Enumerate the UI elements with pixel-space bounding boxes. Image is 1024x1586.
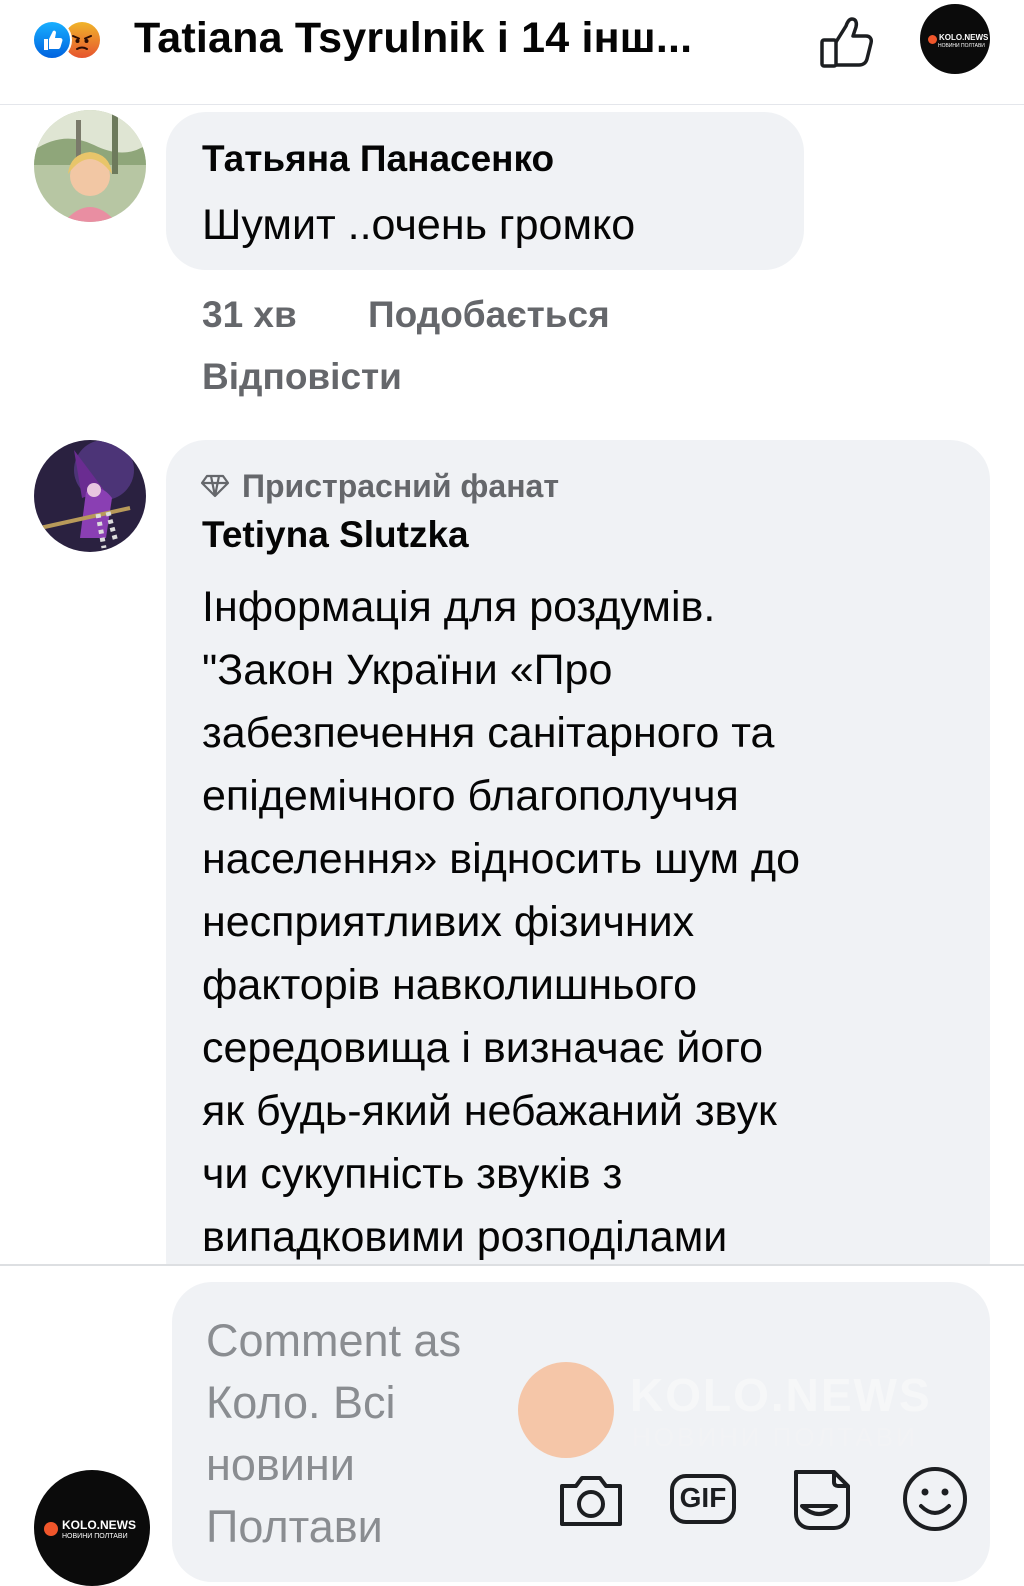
comment-line: як будь-який небажаний звук: [202, 1087, 777, 1135]
watermark-circle: [518, 1362, 614, 1458]
top-fan-badge: Пристрасний фанат: [242, 468, 559, 504]
like-icon: [32, 20, 72, 60]
reaction-summary[interactable]: [32, 20, 128, 60]
comment-author[interactable]: Татьяна Панасенко: [202, 138, 554, 180]
watermark-tagline: НОВИНИ ПОЛТАВИ: [632, 1422, 918, 1452]
comment-line: Інформація для роздумів.: [202, 583, 716, 631]
kolo-news-avatar[interactable]: KOLO.NEWS НОВИНИ ПОЛТАВИ: [34, 1470, 150, 1586]
reactors-title[interactable]: Tatiana Tsyrulnik і 14 інш...: [134, 14, 692, 63]
comment-line: епідемічного благополуччя: [202, 772, 739, 820]
comment-time[interactable]: 31 хв: [202, 294, 297, 336]
comment-text: Інформація для роздумів. "Закон України …: [202, 576, 982, 1264]
kolo-news-logo[interactable]: KOLO.NEWS НОВИНИ ПОЛТАВИ: [920, 4, 990, 74]
placeholder-line: Полтави: [206, 1501, 383, 1552]
camera-icon[interactable]: [554, 1462, 628, 1536]
gif-icon[interactable]: GIF: [666, 1462, 740, 1536]
reply-action[interactable]: Відповісти: [202, 356, 402, 398]
watermark: KOLO.NEWS: [630, 1369, 932, 1421]
gif-label: GIF: [679, 1482, 727, 1513]
comment-line: населення» відносить шум до: [202, 835, 801, 883]
comment-line: забезпечення санітарного та: [202, 709, 775, 757]
comment-author[interactable]: Tetiyna Slutzka: [202, 514, 469, 556]
thumbs-up-outline-icon[interactable]: [816, 12, 880, 72]
diamond-icon: [200, 474, 230, 498]
comment-text: Шумит ..очень громко: [202, 201, 636, 249]
comment-line: несприятливих фізичних: [202, 898, 695, 946]
placeholder-line: Comment as: [206, 1315, 462, 1366]
like-action[interactable]: Подобається: [368, 294, 610, 336]
comment-line: випадковими розподілами: [202, 1213, 728, 1261]
reactions-header: Tatiana Tsyrulnik і 14 інш... KOLO.NEWS …: [0, 0, 1024, 105]
comment-line: середовища і визначає його: [202, 1024, 763, 1072]
comment-line: факторів навколишнього: [202, 961, 698, 1009]
comment-line: "Закон України «Про: [202, 646, 613, 694]
avatar[interactable]: [34, 440, 146, 552]
avatar[interactable]: [34, 110, 146, 222]
emoji-icon[interactable]: [898, 1462, 972, 1536]
comment-line: чи сукупність звуків з: [202, 1150, 623, 1198]
placeholder-line: Коло. Всі: [206, 1377, 396, 1428]
sticker-icon[interactable]: [782, 1462, 856, 1536]
placeholder-line: новини: [206, 1439, 355, 1490]
comment-placeholder: Comment as Коло. Всі новини Полтави: [206, 1310, 526, 1558]
